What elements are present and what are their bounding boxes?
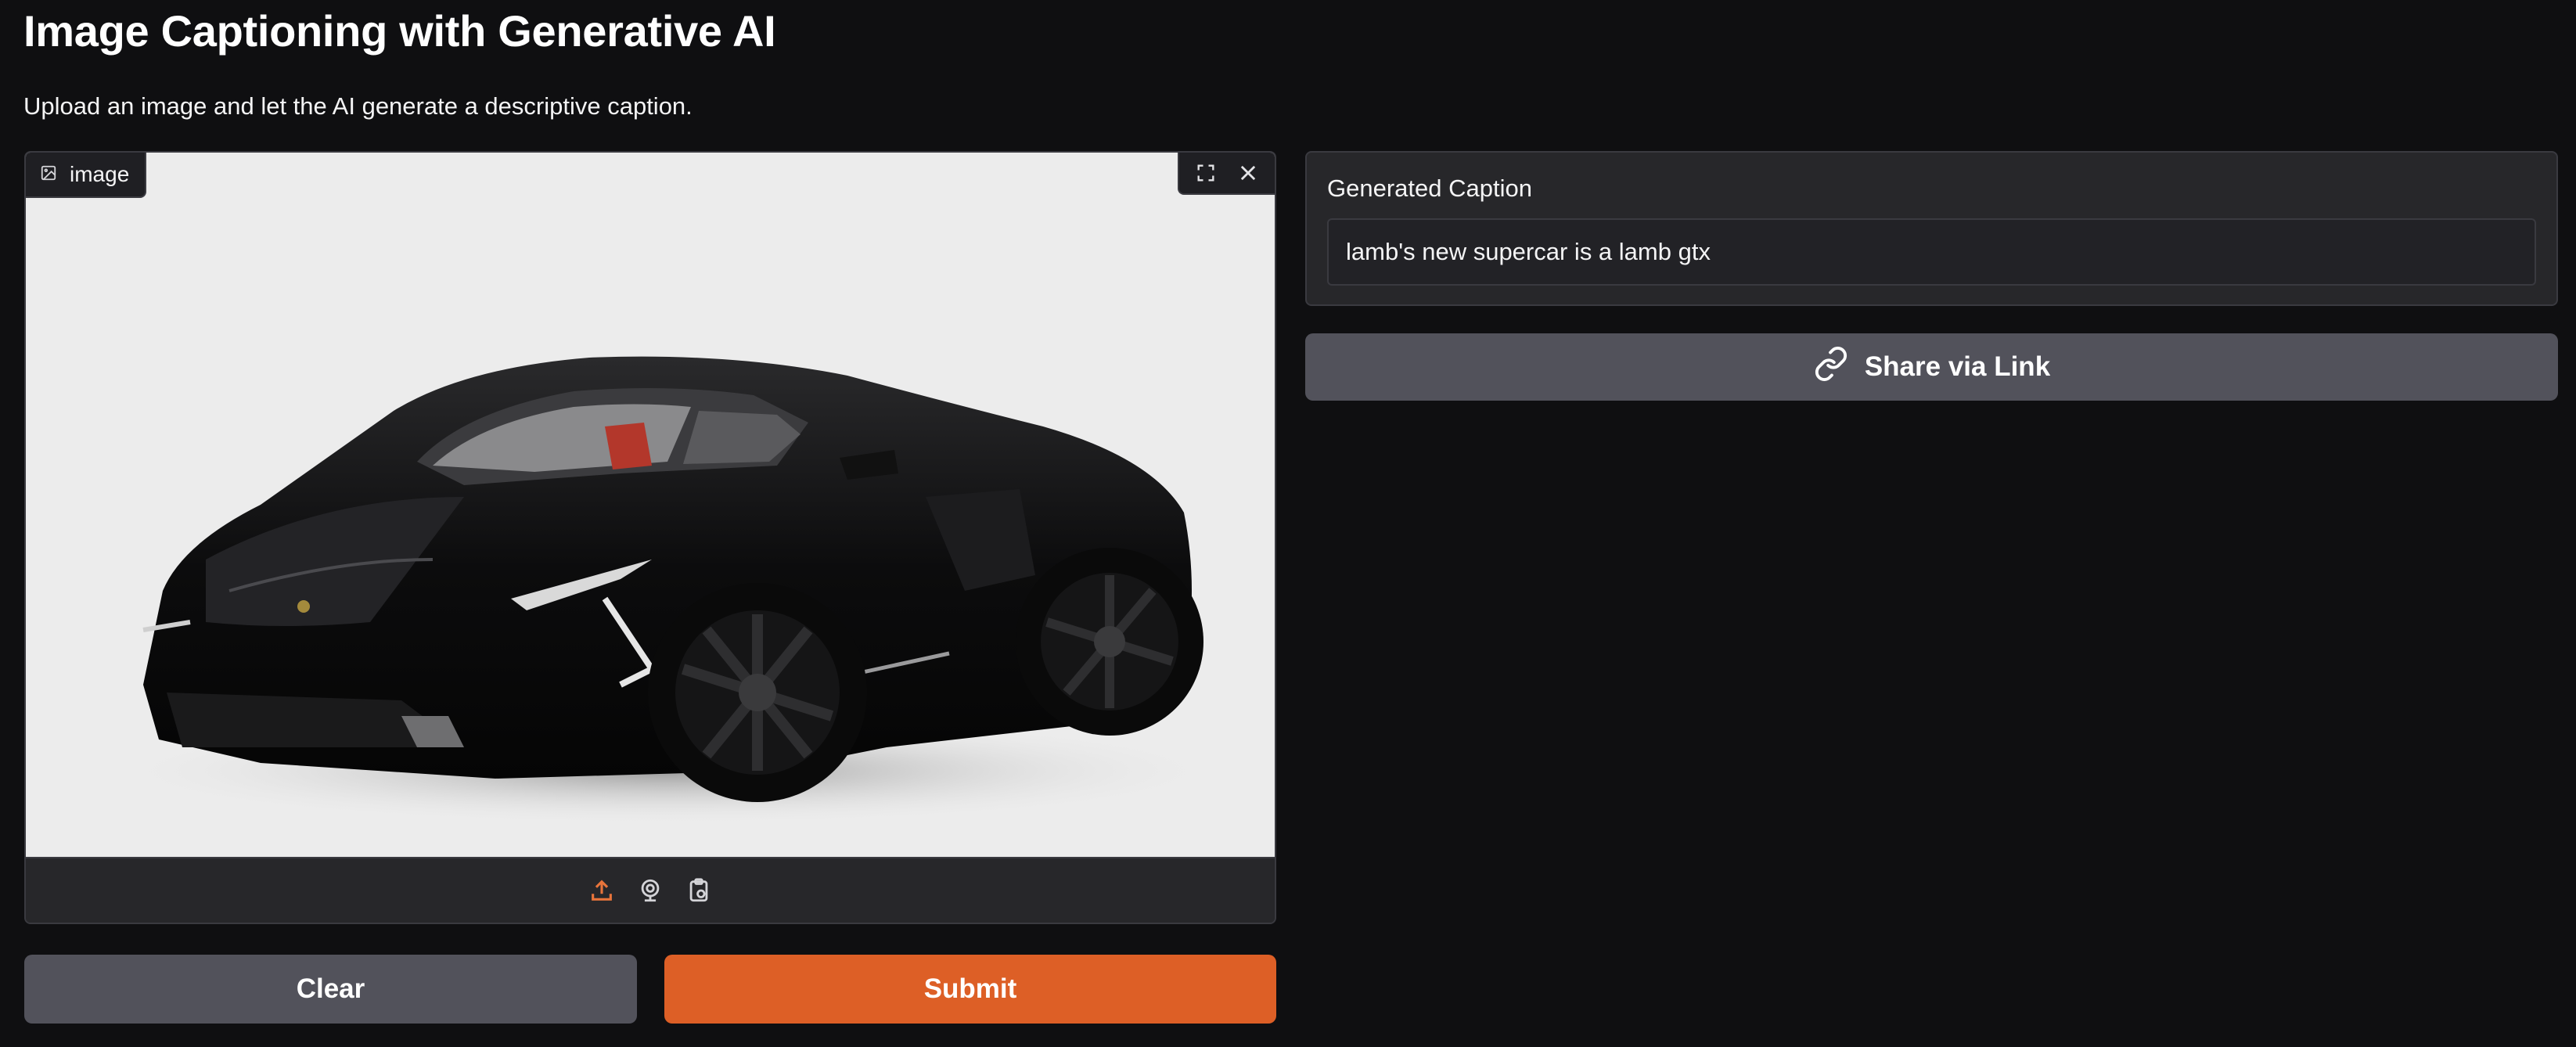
generated-caption-text: lamb's new supercar is a lamb gtx [1346, 238, 1711, 265]
generated-caption-label: Generated Caption [1327, 174, 1532, 202]
image-icon [40, 162, 57, 187]
app-page: Image Captioning with Generative AI Uplo… [0, 0, 2576, 1047]
clipboard-icon[interactable] [680, 872, 718, 909]
page-description: Upload an image and let the AI generate … [23, 92, 693, 120]
clear-button[interactable]: Clear [24, 955, 637, 1024]
image-input-label-text: image [70, 162, 130, 186]
generated-caption-output[interactable]: lamb's new supercar is a lamb gtx [1327, 218, 2536, 286]
image-input-label: image [26, 153, 147, 198]
webcam-icon[interactable] [631, 872, 669, 909]
fullscreen-icon[interactable] [1187, 154, 1225, 192]
submit-button[interactable]: Submit [664, 955, 1276, 1024]
image-controls [1178, 153, 1275, 195]
car-photo [104, 356, 1231, 826]
close-icon[interactable] [1229, 154, 1267, 192]
image-source-bar [26, 857, 1275, 923]
uploaded-image [26, 153, 1275, 857]
image-input-panel[interactable]: image [24, 151, 1276, 924]
page-title: Image Captioning with Generative AI [23, 6, 776, 56]
generated-caption-panel: Generated Caption lamb's new supercar is… [1305, 151, 2558, 306]
link-icon [1813, 346, 1849, 389]
share-via-link-button[interactable]: Share via Link [1305, 333, 2558, 401]
upload-icon[interactable] [583, 872, 621, 909]
share-via-link-label: Share via Link [1864, 351, 2051, 382]
